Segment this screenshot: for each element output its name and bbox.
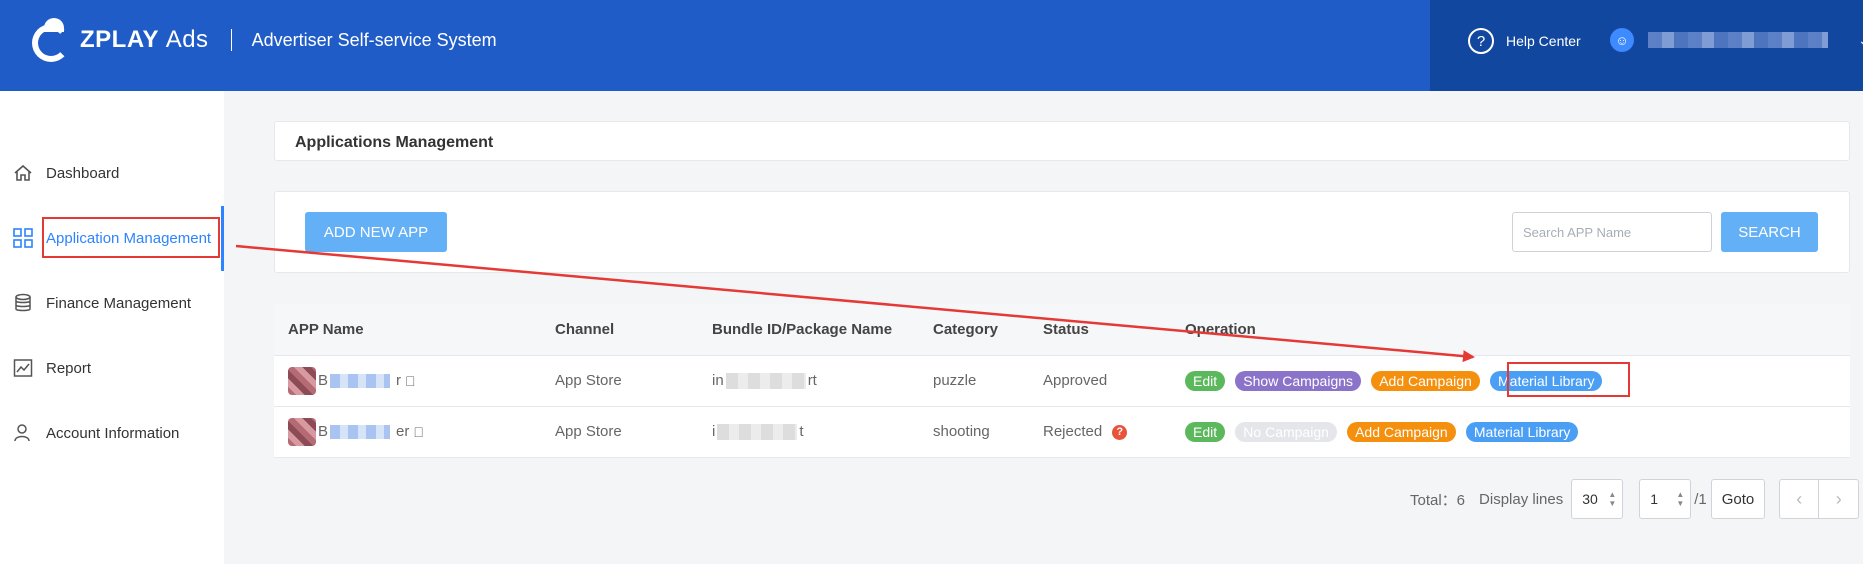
display-lines-input[interactable]: 30 ▲ ▼ bbox=[1571, 479, 1624, 519]
add-new-app-button[interactable]: ADD NEW APP bbox=[305, 212, 447, 252]
status-cell: Approved bbox=[1029, 355, 1171, 407]
column-header: Status bbox=[1029, 304, 1171, 356]
apple-icon:  bbox=[413, 424, 424, 440]
page-title: Applications Management bbox=[295, 134, 494, 151]
bundle-cell: in rt bbox=[698, 355, 919, 407]
user-icon bbox=[12, 422, 34, 444]
grid-icon bbox=[12, 227, 34, 249]
sidebar-item-label: Report bbox=[46, 359, 92, 377]
operation-cell: Edit No Campaign Add Campaign Material L… bbox=[1171, 406, 1850, 458]
top-header: ZPLAY Ads Advertiser Self-service System… bbox=[0, 0, 1863, 91]
column-header: Channel bbox=[541, 304, 698, 356]
edit-button[interactable]: Edit bbox=[1185, 370, 1226, 391]
show-campaigns-button[interactable]: Show Campaigns bbox=[1235, 370, 1362, 391]
status-text: Rejected bbox=[1043, 423, 1103, 440]
app-name-end: r bbox=[396, 372, 402, 389]
category-cell: puzzle bbox=[919, 355, 1029, 407]
title-panel: Applications Management bbox=[274, 121, 1850, 161]
bundle-cell: it bbox=[698, 406, 919, 458]
app-icon bbox=[288, 417, 316, 446]
next-page-button[interactable]: › bbox=[1819, 479, 1860, 519]
coins-icon bbox=[12, 292, 34, 314]
system-title: Advertiser Self-service System bbox=[251, 29, 497, 50]
total-count: Total：6 bbox=[1410, 491, 1466, 509]
app-name-start: B bbox=[318, 372, 329, 389]
help-center-label: Help Center bbox=[1506, 33, 1581, 49]
spinner-icon[interactable]: ▲ ▼ bbox=[1676, 490, 1684, 508]
column-header: APP Name bbox=[274, 304, 541, 356]
sidebar-item-label: Account Information bbox=[46, 424, 180, 442]
logo[interactable]: ZPLAY Ads Advertiser Self-service System bbox=[28, 18, 497, 62]
channel-cell: App Store bbox=[541, 355, 698, 407]
pagination: Total：6 Display lines 30 ▲ ▼ 1 ▲ ▼ /1 Goto… bbox=[1410, 479, 1860, 519]
edit-button[interactable]: Edit bbox=[1185, 421, 1226, 442]
bundle-redacted bbox=[725, 373, 806, 390]
sidebar: Dashboard Application Management Finance… bbox=[0, 91, 224, 564]
logo-divider bbox=[230, 29, 232, 51]
apple-icon:  bbox=[405, 373, 416, 389]
search-input[interactable] bbox=[1512, 212, 1712, 252]
goto-button[interactable]: Goto bbox=[1710, 479, 1766, 519]
chevron-down-icon[interactable]: ⌄ bbox=[1858, 32, 1863, 49]
add-campaign-button[interactable]: Add Campaign bbox=[1371, 370, 1480, 391]
page-total: /1 bbox=[1694, 490, 1707, 508]
category-cell: shooting bbox=[919, 406, 1029, 458]
annotation-box-sidebar bbox=[42, 217, 220, 258]
bundle-redacted bbox=[717, 424, 798, 441]
sidebar-item-account-information[interactable]: Account Information bbox=[12, 418, 179, 448]
user-name-redacted bbox=[1648, 32, 1828, 48]
display-lines-label: Display lines bbox=[1479, 490, 1564, 508]
chart-icon bbox=[12, 357, 34, 379]
search-button[interactable]: SEARCH bbox=[1721, 212, 1818, 252]
add-campaign-button[interactable]: Add Campaign bbox=[1347, 421, 1456, 442]
annotation-box-material-library bbox=[1507, 362, 1630, 397]
app-icon bbox=[288, 366, 316, 395]
app-name-end: er bbox=[396, 423, 410, 440]
status-cell: Rejected? bbox=[1029, 406, 1171, 458]
column-header: Bundle ID/Package Name bbox=[698, 304, 919, 356]
column-header: Category bbox=[919, 304, 1029, 356]
sidebar-item-report[interactable]: Report bbox=[12, 353, 91, 383]
spinner-icon[interactable]: ▲ ▼ bbox=[1608, 490, 1616, 508]
app-name-redacted bbox=[330, 424, 391, 439]
help-center-link[interactable]: ? Help Center bbox=[1468, 28, 1581, 54]
app-name-redacted bbox=[330, 373, 391, 388]
page-number-input[interactable]: 1 ▲ ▼ bbox=[1639, 479, 1692, 519]
material-library-button[interactable]: Material Library bbox=[1465, 421, 1579, 442]
sidebar-item-label: Finance Management bbox=[46, 294, 192, 312]
user-menu[interactable]: ☺ ⌄ bbox=[1610, 28, 1863, 52]
question-icon[interactable]: ? bbox=[1112, 424, 1128, 440]
active-indicator bbox=[221, 206, 224, 271]
channel-cell: App Store bbox=[541, 406, 698, 458]
zplay-logo-icon bbox=[28, 18, 78, 62]
column-header: Operation bbox=[1171, 304, 1850, 356]
prev-page-button[interactable]: ‹ bbox=[1779, 479, 1820, 519]
sidebar-item-dashboard[interactable]: Dashboard bbox=[12, 158, 119, 188]
user-avatar-icon: ☺ bbox=[1610, 28, 1634, 52]
table-header-row: APP Name Channel Bundle ID/Package Name … bbox=[274, 304, 1850, 356]
sidebar-item-label: Dashboard bbox=[46, 164, 120, 182]
app-name-start: B bbox=[318, 423, 329, 440]
sidebar-item-finance-management[interactable]: Finance Management bbox=[12, 288, 191, 318]
no-campaign-button: No Campaign bbox=[1235, 421, 1337, 442]
app-name-cell[interactable]: B er  bbox=[274, 406, 541, 458]
logo-text: ZPLAY Ads bbox=[80, 26, 209, 53]
table-row: B er  App Store it shooting Rejected? E… bbox=[274, 406, 1850, 458]
question-circle-icon: ? bbox=[1468, 28, 1494, 54]
app-name-cell[interactable]: B r  bbox=[274, 355, 541, 407]
home-icon bbox=[12, 162, 34, 184]
